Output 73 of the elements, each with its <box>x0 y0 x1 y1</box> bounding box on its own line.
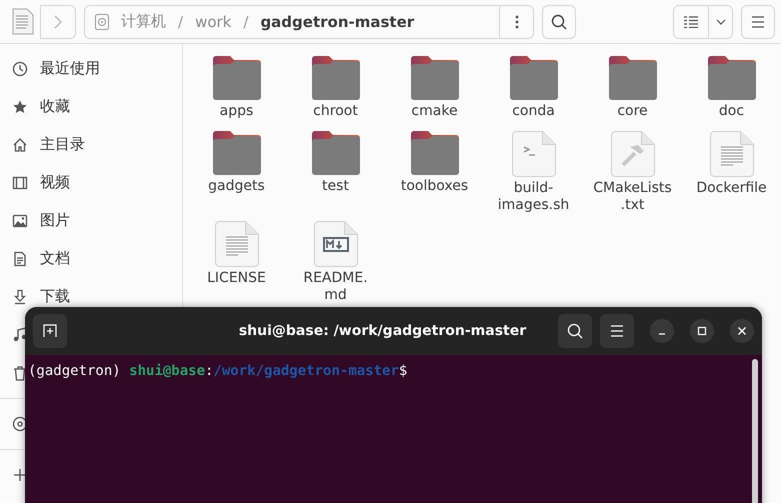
pictures-icon <box>12 212 28 228</box>
file-item[interactable]: test <box>286 130 385 220</box>
minimize-icon <box>658 333 666 335</box>
sidebar-item[interactable]: 下载 <box>0 287 182 306</box>
close-icon <box>737 326 747 336</box>
videos-icon <box>12 174 28 190</box>
terminal-title: shui@base: /work/gadgetron-master <box>238 323 528 339</box>
file-item[interactable]: chroot <box>286 55 385 130</box>
starred-icon <box>12 98 28 114</box>
chevron-right-icon <box>54 14 62 28</box>
file-item[interactable]: cmake <box>385 55 484 130</box>
trash-icon <box>12 365 28 381</box>
document-icon <box>512 131 556 177</box>
file-item[interactable]: build- images.sh <box>484 130 583 220</box>
menu-icon <box>751 16 765 28</box>
shell-prompt: (gadgetron) shui@base:/work/gadgetron-master$ <box>28 363 408 379</box>
search-button[interactable] <box>542 4 576 38</box>
document-icon <box>214 221 258 267</box>
file-item[interactable]: toolboxes <box>385 130 484 220</box>
menu-button[interactable] <box>600 314 634 348</box>
sidebar-item[interactable]: 视频 <box>0 173 182 192</box>
file-item[interactable]: README. md <box>286 220 385 304</box>
folder-icon <box>312 56 360 100</box>
sidebar-item[interactable]: 主目录 <box>0 135 182 154</box>
path-separator: / <box>178 12 184 30</box>
file-item[interactable]: core <box>583 55 682 130</box>
documents-icon <box>12 250 28 266</box>
close-button[interactable] <box>730 319 754 343</box>
caret-icon <box>716 18 726 24</box>
file-item[interactable]: CMakeLists .txt <box>583 130 682 220</box>
file-item[interactable]: LICENSE <box>187 220 286 304</box>
folder-icon <box>708 56 756 100</box>
plus-icon <box>12 467 28 483</box>
folder-icon <box>410 131 458 175</box>
file-item[interactable]: apps <box>187 55 286 130</box>
disc-icon <box>12 416 28 432</box>
folder-icon <box>608 56 656 100</box>
downloads-icon <box>12 288 28 304</box>
file-item[interactable]: conda <box>484 55 583 130</box>
folder-icon <box>312 131 360 175</box>
new-tab-button[interactable] <box>33 314 67 348</box>
new-tab-icon <box>43 324 57 338</box>
menu-icon <box>610 325 624 337</box>
path-separator: / <box>243 12 248 30</box>
sidebar-item[interactable]: 图片 <box>0 211 182 230</box>
file-item[interactable]: doc <box>682 55 781 130</box>
file-item[interactable]: Dockerfile <box>682 130 781 220</box>
scrollbar[interactable] <box>752 359 758 503</box>
search-button[interactable] <box>558 314 592 348</box>
menu-button[interactable] <box>741 4 775 38</box>
search-icon <box>551 14 567 30</box>
document-icon <box>710 131 754 177</box>
document-icon <box>12 8 34 36</box>
folder-icon <box>410 56 458 100</box>
minimize-button[interactable] <box>650 319 674 343</box>
search-icon <box>567 323 583 339</box>
document-icon <box>314 221 358 267</box>
list-icon <box>684 16 698 28</box>
list-view-button[interactable] <box>673 4 709 38</box>
more-icon <box>514 14 518 28</box>
maximize-icon <box>697 326 707 336</box>
folder-icon <box>510 56 558 100</box>
document-icon <box>610 131 654 177</box>
folder-icon <box>212 56 260 100</box>
recent-icon <box>12 60 28 76</box>
home-icon <box>12 136 28 152</box>
file-item[interactable]: gadgets <box>187 130 286 220</box>
folder-icon <box>212 131 260 175</box>
maximize-button[interactable] <box>690 319 714 343</box>
sidebar-item[interactable]: 收藏 <box>0 97 182 116</box>
path-segment[interactable]: gadgetron-master <box>260 12 414 30</box>
sidebar-item[interactable]: 文档 <box>0 249 182 268</box>
sidebar-item[interactable]: 最近使用 <box>0 59 182 78</box>
